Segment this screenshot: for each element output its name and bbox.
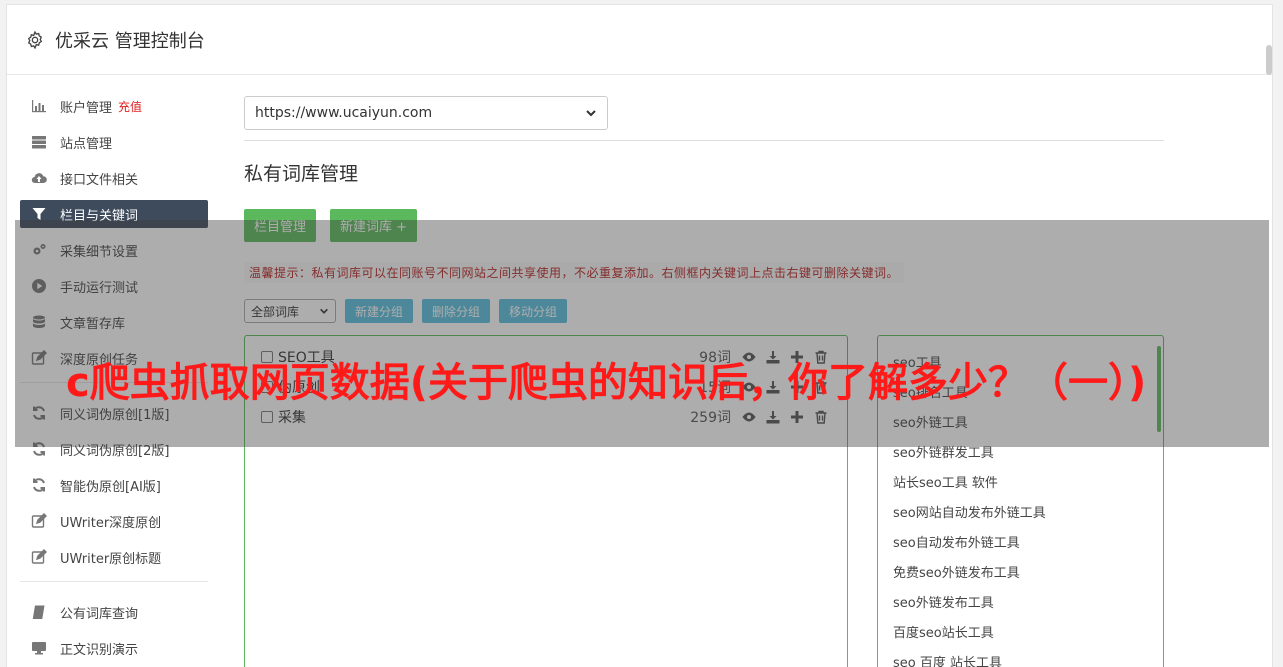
overlay-title: c爬虫抓取网页数据(关于爬虫的知识后，你了解多少？（一）): [66, 360, 1147, 406]
book-icon: [31, 604, 47, 620]
edit-icon: [31, 513, 47, 529]
refresh-icon: [31, 477, 47, 493]
sidebar-item-ai-rewrite[interactable]: 智能伪原创[AI版]: [20, 471, 208, 499]
sidebar-item-api-files[interactable]: 接口文件相关: [20, 164, 208, 192]
page-title: 私有词库管理: [244, 163, 359, 185]
site-select[interactable]: https://www.ucaiyun.com: [244, 96, 608, 130]
sidebar-item-label: 正文识别演示: [60, 642, 139, 658]
gear-icon: [27, 30, 43, 49]
keyword-item[interactable]: 免费seo外链发布工具: [878, 556, 1163, 586]
sidebar-item-label: UWriter深度原创: [60, 515, 162, 531]
sidebar-item-uwriter-deep[interactable]: UWriter深度原创: [20, 507, 208, 535]
keyword-item[interactable]: seo 百度 站长工具: [878, 646, 1163, 667]
sidebar-item-label: 账户管理: [60, 100, 113, 116]
monitor-icon: [31, 640, 47, 656]
sidebar-divider: [20, 581, 208, 582]
keyword-item[interactable]: seo自动发布外链工具: [878, 526, 1163, 556]
keyword-item[interactable]: 百度seo站长工具: [878, 616, 1163, 646]
sidebar-item-label: 公有词库查询: [60, 606, 139, 622]
scrollbar-thumb[interactable]: [1266, 45, 1272, 75]
sidebar-item-label: UWriter原创标题: [60, 551, 162, 567]
sidebar-item-label: 接口文件相关: [60, 172, 139, 188]
divider-line: [244, 140, 1164, 141]
cloud-upload-icon: [31, 170, 47, 186]
sidebar-item-uwriter-title[interactable]: UWriter原创标题: [20, 543, 208, 571]
server-icon: [31, 134, 47, 150]
edit-icon: [31, 549, 47, 565]
site-select-value: https://www.ucaiyun.com: [255, 105, 433, 121]
recharge-link[interactable]: 充值: [118, 98, 142, 115]
keyword-item[interactable]: seo网站自动发布外链工具: [878, 496, 1163, 526]
sidebar-item-account[interactable]: 账户管理 充值: [20, 92, 208, 120]
sidebar-item-label: 站点管理: [60, 136, 113, 152]
page-header-title: 优采云 管理控制台: [55, 30, 205, 52]
header: 优采云 管理控制台: [7, 5, 1272, 75]
keyword-item[interactable]: seo外链发布工具: [878, 586, 1163, 616]
sidebar-item-label: 智能伪原创[AI版]: [60, 479, 161, 495]
bar-chart-icon: [31, 98, 47, 114]
chevron-down-icon: [586, 110, 596, 117]
keyword-item[interactable]: 站长seo工具 软件: [878, 466, 1163, 496]
sidebar-item-sites[interactable]: 站点管理: [20, 128, 208, 156]
sidebar-item-public-library[interactable]: 公有词库查询: [20, 598, 208, 626]
sidebar-item-text-recognition[interactable]: 正文识别演示: [20, 634, 208, 662]
